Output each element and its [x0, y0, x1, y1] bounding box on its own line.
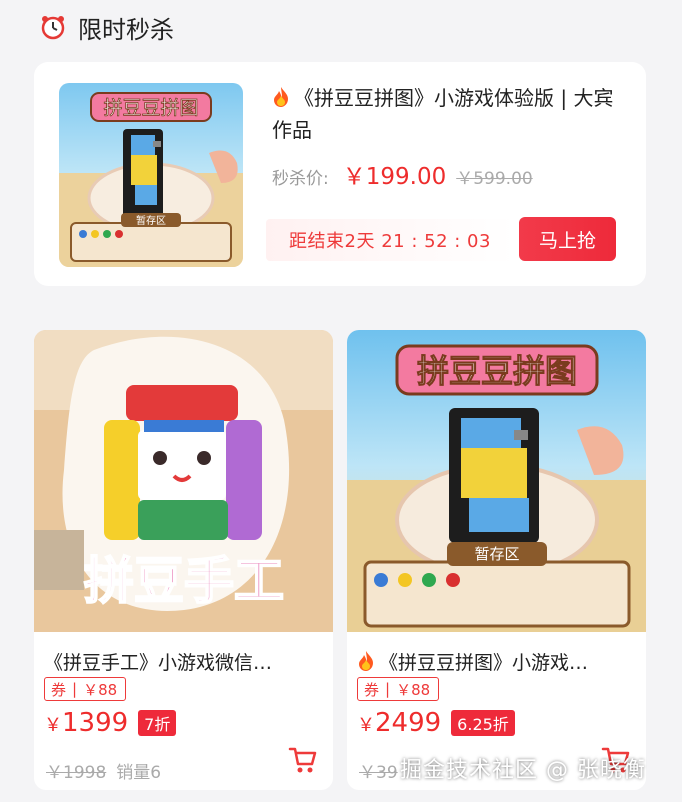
product-image-text: 拼豆手工	[84, 552, 284, 610]
coupon-badge: 券 | ￥88	[357, 677, 440, 701]
coupon-divider: |	[385, 680, 391, 698]
discount-badge: 7折	[138, 710, 177, 736]
discount-badge: 6.25折	[451, 710, 515, 736]
price-value: 2499	[375, 708, 442, 738]
thumb-banner-text: 拼豆豆拼图	[103, 97, 198, 119]
flash-sale-thumbnail[interactable]: 拼豆豆拼图 暂存区	[59, 83, 243, 267]
coupon-value: ￥88	[396, 680, 431, 699]
thumb-tray-label: 暂存区	[136, 214, 166, 227]
puzzle-game-image: 拼豆豆拼图 暂存区	[59, 83, 243, 267]
price-row: ￥2499 6.25折	[357, 708, 515, 738]
currency-symbol: ￥	[357, 715, 375, 736]
price-row: ￥1399 7折	[44, 708, 177, 738]
bird-pattern	[449, 408, 539, 543]
alarm-clock-icon	[41, 16, 65, 40]
flash-price: ￥199.00	[342, 164, 447, 190]
product-image[interactable]: 拼豆豆拼图 暂存区	[347, 330, 646, 632]
original-price: ￥39	[359, 763, 398, 783]
coupon-badge: 券 | ￥88	[44, 677, 127, 701]
product-card[interactable]: 拼豆豆拼图 暂存区 《拼豆豆拼图》小游戏… 券 | ￥88 ￥2499 6.25…	[347, 330, 646, 790]
bird-pattern	[123, 129, 163, 219]
flash-price-row: 秒杀价: ￥199.00 ￥599.00	[272, 157, 533, 190]
coupon-prefix: 券	[364, 680, 380, 699]
sales-count: 销量6	[116, 763, 162, 783]
coupon-value: ￥88	[83, 680, 118, 699]
price-label: 秒杀价:	[272, 169, 329, 189]
puzzle-game-image: 拼豆豆拼图 暂存区	[347, 330, 646, 632]
countdown-timer: 距结束2天 21 : 52 : 03	[266, 219, 514, 261]
product-image-text: 拼豆豆拼图	[417, 352, 577, 390]
flash-sale-title-text: 《拼豆豆拼图》小游戏体验版 | 大宾作品	[272, 86, 614, 142]
product-card[interactable]: 拼豆手工 《拼豆手工》小游戏微信… 券 | ￥88 ￥1399 7折 ￥1998…	[34, 330, 333, 790]
buy-now-button[interactable]: 马上抢	[519, 217, 616, 261]
flash-original-price: ￥599.00	[456, 169, 533, 189]
flash-sale-title[interactable]: 《拼豆豆拼图》小游戏体验版 | 大宾作品	[272, 82, 617, 146]
product-meta: ￥1998 销量6	[46, 758, 161, 783]
cart-icon[interactable]	[287, 745, 319, 775]
flash-sale-card[interactable]: 拼豆豆拼图 暂存区 《拼豆豆拼图》小游戏体验版 | 大宾作品 秒杀价: ￥199…	[34, 62, 646, 286]
section-title: 限时秒杀	[78, 15, 174, 44]
product-title-text: 《拼豆豆拼图》小游戏…	[379, 652, 589, 674]
coupon-divider: |	[72, 680, 78, 698]
fire-icon	[274, 87, 288, 107]
product-price: ￥2499	[357, 708, 441, 738]
currency-symbol: ￥	[44, 715, 62, 736]
product-title[interactable]: 《拼豆手工》小游戏微信…	[44, 648, 326, 675]
bead-craft-image: 拼豆手工	[34, 330, 333, 632]
original-price: ￥1998	[46, 763, 107, 783]
watermark: 掘金技术社区 @ 张晓衡	[400, 758, 646, 783]
product-image[interactable]: 拼豆手工	[34, 330, 333, 632]
section-header: 限时秒杀	[40, 10, 174, 44]
price-value: 1399	[62, 708, 129, 738]
tray-label: 暂存区	[474, 545, 519, 563]
coupon-prefix: 券	[51, 680, 67, 699]
product-title[interactable]: 《拼豆豆拼图》小游戏…	[357, 648, 639, 675]
product-price: ￥1399	[44, 708, 128, 738]
fire-icon	[359, 651, 373, 671]
